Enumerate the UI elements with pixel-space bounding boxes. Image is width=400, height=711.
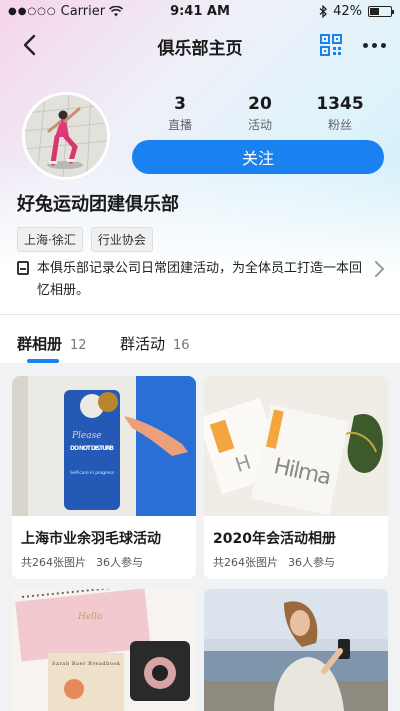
- portrait-photo: [204, 589, 388, 711]
- stat-activities[interactable]: 20 活动: [220, 94, 300, 133]
- status-bar: ●●○○○ Carrier 9:41 AM 42%: [0, 0, 400, 22]
- album-cover: Hilma H: [204, 376, 388, 516]
- tab-albums[interactable]: 群相册 12: [17, 333, 87, 354]
- stat-number: 3: [174, 94, 186, 114]
- album-card[interactable]: Please DO NOT DISTURB Self-care in progr…: [12, 376, 196, 579]
- wifi-icon: [109, 5, 124, 16]
- stat-number: 1345: [316, 94, 364, 114]
- more-dot: [362, 42, 368, 48]
- business-card-photo: Hilma H: [204, 376, 388, 516]
- more-dot: [371, 42, 377, 48]
- tag-category[interactable]: 行业协会: [90, 227, 153, 252]
- document-icon: [17, 261, 29, 275]
- tab-activities[interactable]: 群活动 16: [120, 333, 190, 354]
- club-avatar[interactable]: [22, 92, 110, 180]
- tab-count: 16: [173, 338, 190, 353]
- album-member-count: 36人参与: [288, 556, 335, 569]
- avatar-image: [25, 95, 107, 177]
- stat-label: 粉丝: [327, 118, 352, 132]
- tab-label: 群活动: [120, 335, 166, 353]
- club-name: 好兔运动团建俱乐部: [17, 194, 179, 215]
- door-sign-main-text: DO NOT DISTURB: [70, 445, 114, 452]
- album-card[interactable]: Hilma H 2020年会活动相册 共264张图片 36人参与: [204, 376, 388, 579]
- album-member-count: 36人参与: [96, 556, 143, 569]
- qr-code-icon: [320, 34, 342, 56]
- stat-label: 直播: [167, 118, 192, 132]
- chevron-right-icon: [375, 261, 385, 277]
- club-description[interactable]: 本俱乐部记录公司日常团建活动，为全体员工打造一本回忆相册。: [17, 258, 387, 302]
- qr-code-button[interactable]: [320, 34, 342, 56]
- album-cover: Please DO NOT DISTURB Self-care in progr…: [12, 376, 196, 516]
- book-title-text: Sarah Baer Breadbook: [52, 661, 121, 667]
- album-cover: [204, 589, 388, 711]
- stat-live[interactable]: 3 直播: [140, 94, 220, 133]
- follow-button[interactable]: 关注: [132, 140, 384, 174]
- album-photo-count: 共264张图片: [213, 556, 278, 569]
- album-photo-count: 共264张图片: [21, 556, 86, 569]
- album-card[interactable]: [204, 589, 388, 711]
- more-button[interactable]: [360, 34, 388, 56]
- album-meta: 共264张图片 36人参与: [204, 548, 388, 570]
- club-tags: 上海·徐汇 行业协会: [17, 227, 153, 252]
- battery-icon: [368, 5, 394, 17]
- door-sign-sub-text: Self-care in progress: [70, 470, 115, 476]
- album-card[interactable]: Hello Sarah Baer Breadbook: [12, 589, 196, 711]
- door-sign-top-text: Please: [71, 431, 102, 441]
- tab-count: 12: [70, 338, 87, 353]
- stationery-photo: Hello Sarah Baer Breadbook: [12, 589, 196, 711]
- album-title: 上海市业余羽毛球活动: [21, 531, 161, 547]
- album-meta: 共264张图片 36人参与: [12, 548, 196, 570]
- stat-number: 20: [248, 94, 272, 114]
- active-tab-indicator: [27, 359, 59, 363]
- stat-label: 活动: [247, 118, 272, 132]
- tag-location[interactable]: 上海·徐汇: [17, 227, 83, 252]
- nav-bar: 俱乐部主页: [0, 26, 400, 64]
- bluetooth-icon: [319, 4, 328, 18]
- stat-fans[interactable]: 1345 粉丝: [300, 94, 380, 133]
- tab-label: 群相册: [17, 335, 63, 353]
- album-title: 2020年会活动相册: [213, 531, 336, 547]
- notebook-label-text: Hello: [77, 612, 103, 622]
- tab-bar: 群相册 12 群活动 16: [0, 315, 400, 363]
- battery-percent: 42%: [333, 3, 362, 19]
- description-text: 本俱乐部记录公司日常团建活动，为全体员工打造一本回忆相册。: [37, 261, 363, 298]
- door-hanger-photo: Please DO NOT DISTURB Self-care in progr…: [12, 376, 196, 516]
- carrier-label: Carrier: [60, 3, 106, 19]
- signal-icon: ●●○○○: [8, 5, 57, 17]
- album-cover: Hello Sarah Baer Breadbook: [12, 589, 196, 711]
- club-stats: 3 直播 20 活动 1345 粉丝: [140, 94, 380, 133]
- more-dot: [380, 42, 386, 48]
